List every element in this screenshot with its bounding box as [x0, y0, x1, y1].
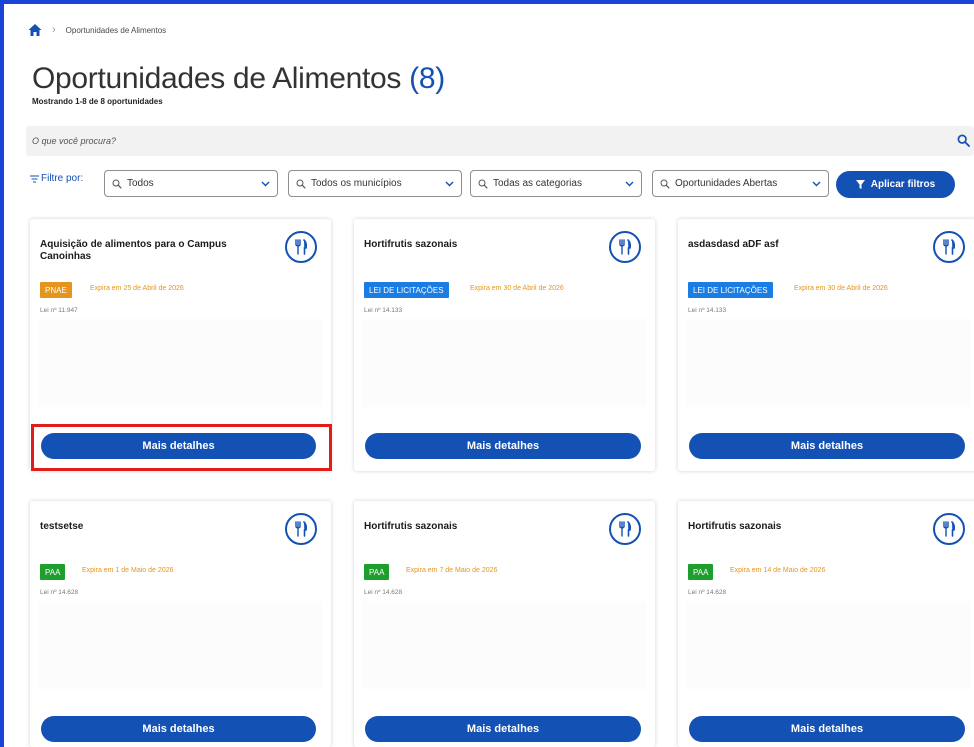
opportunity-card: testsetse PAA Expira em 1 de Maio de 202…: [30, 501, 331, 747]
search-bar: [26, 126, 974, 156]
law-reference: Lei nº 14.628: [688, 589, 727, 596]
details-button[interactable]: Mais detalhes: [365, 433, 641, 459]
details-button[interactable]: Mais detalhes: [365, 716, 641, 742]
cutlery-icon: [933, 231, 965, 263]
law-reference: Lei nº 14.628: [364, 589, 403, 596]
funnel-icon: [855, 180, 865, 189]
chevron-down-icon: [812, 181, 821, 186]
card-description: [686, 319, 971, 407]
search-icon: [478, 179, 488, 189]
cutlery-icon: [609, 231, 641, 263]
cutlery-icon: [285, 513, 317, 545]
card-title: asdasdasd aDF asf: [688, 239, 779, 250]
expiration-date: Expira em 14 de Maio de 2026: [730, 567, 826, 574]
expiration-date: Expira em 7 de Maio de 2026: [406, 567, 498, 574]
opportunity-card: Hortifrutis sazonais LEI DE LICITAÇÕES E…: [354, 219, 655, 471]
filter-lines-icon: [30, 175, 39, 182]
search-icon: [296, 179, 306, 189]
filter-select-category[interactable]: Todas as categorias: [470, 170, 642, 197]
results-count: Mostrando 1-8 de 8 oportunidades: [32, 97, 163, 106]
filter-label-text: Filtre por:: [41, 173, 84, 184]
home-icon[interactable]: [28, 23, 42, 37]
program-badge: LEI DE LICITAÇÕES: [364, 282, 449, 298]
search-icon[interactable]: [957, 134, 970, 147]
breadcrumb-current: Oportunidades de Alimentos: [65, 25, 167, 35]
window-frame-top: [0, 0, 974, 4]
page-title-count: (8): [409, 62, 445, 95]
opportunity-card: Hortifrutis sazonais PAA Expira em 7 de …: [354, 501, 655, 747]
page-title: Oportunidades de Alimentos (8): [32, 62, 445, 96]
opportunity-card: Hortifrutis sazonais PAA Expira em 14 de…: [678, 501, 974, 747]
filter-select-value: Oportunidades Abertas: [675, 178, 778, 189]
filter-select-value: Todas as categorias: [493, 178, 582, 189]
law-reference: Lei nº 14.133: [688, 307, 727, 314]
chevron-down-icon: [625, 181, 634, 186]
program-badge: PAA: [364, 564, 390, 580]
apply-filters-label: Aplicar filtros: [870, 179, 936, 190]
card-title: Hortifrutis sazonais: [364, 239, 458, 250]
program-badge: PNAE: [40, 282, 72, 298]
chevron-right-icon: ›: [52, 24, 56, 36]
filter-select-municipality[interactable]: Todos os municípios: [288, 170, 462, 197]
law-reference: Lei nº 11.947: [40, 307, 78, 314]
filter-label: Filtre por:: [30, 173, 83, 184]
search-input[interactable]: [32, 133, 932, 149]
details-button[interactable]: Mais detalhes: [689, 716, 965, 742]
card-description: [38, 319, 323, 407]
opportunity-card: asdasdasd aDF asf LEI DE LICITAÇÕES Expi…: [678, 219, 974, 471]
law-reference: Lei nº 14.628: [40, 589, 79, 596]
card-title: Hortifrutis sazonais: [364, 521, 458, 532]
card-description: [362, 319, 647, 407]
card-title: Hortifrutis sazonais: [688, 521, 782, 532]
window-frame-left: [0, 0, 4, 747]
filter-select-all[interactable]: Todos: [104, 170, 278, 197]
cutlery-icon: [285, 231, 317, 263]
breadcrumb: › Oportunidades de Alimentos: [28, 23, 166, 37]
expiration-date: Expira em 1 de Maio de 2026: [82, 567, 174, 574]
expiration-date: Expira em 30 de Abril de 2026: [470, 285, 564, 292]
search-icon: [112, 179, 122, 189]
card-description: [362, 601, 647, 689]
apply-filters-button[interactable]: Aplicar filtros: [836, 171, 955, 198]
details-button[interactable]: Mais detalhes: [41, 716, 316, 742]
card-description: [686, 601, 971, 689]
filter-select-status[interactable]: Oportunidades Abertas: [652, 170, 829, 197]
expiration-date: Expira em 30 de Abril de 2026: [794, 285, 888, 292]
chevron-down-icon: [445, 181, 454, 186]
highlight-annotation: [31, 424, 332, 471]
law-reference: Lei nº 14.133: [364, 307, 403, 314]
card-title: Aquisição de alimentos para o Campus Can…: [40, 239, 227, 262]
expiration-date: Expira em 25 de Abril de 2026: [90, 285, 184, 292]
cutlery-icon: [933, 513, 965, 545]
filter-select-value: Todos: [127, 178, 154, 189]
page-title-text: Oportunidades de Alimentos: [32, 62, 402, 95]
chevron-down-icon: [261, 181, 270, 186]
program-badge: LEI DE LICITAÇÕES: [688, 282, 773, 298]
program-badge: PAA: [688, 564, 714, 580]
card-title: testsetse: [40, 521, 84, 532]
program-badge: PAA: [40, 564, 66, 580]
filter-select-value: Todos os municípios: [311, 178, 402, 189]
search-icon: [660, 179, 670, 189]
cutlery-icon: [609, 513, 641, 545]
details-button[interactable]: Mais detalhes: [689, 433, 965, 459]
card-description: [38, 601, 323, 689]
